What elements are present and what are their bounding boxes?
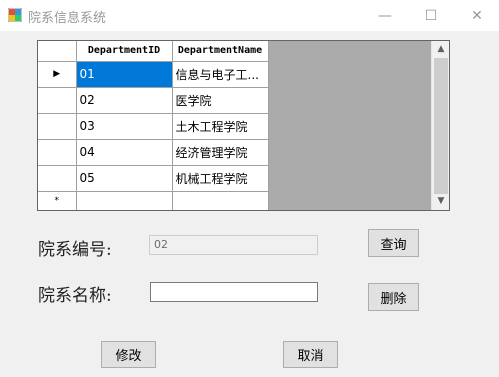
department-grid[interactable]: DepartmentID DepartmentName ▶ 01 信息与电子工.… <box>37 40 450 211</box>
cell-department-id[interactable]: 04 <box>76 139 173 166</box>
cell-department-id[interactable]: 02 <box>76 87 173 114</box>
row-header-corner[interactable] <box>38 41 77 62</box>
cell-department-id[interactable]: 01 <box>76 61 173 88</box>
cell-department-id[interactable]: 05 <box>76 165 173 192</box>
row-header[interactable]: ▶ <box>38 61 77 88</box>
column-header-department-id[interactable]: DepartmentID <box>76 41 173 62</box>
row-header[interactable] <box>38 87 77 114</box>
cell-department-name[interactable]: 医学院 <box>172 87 269 114</box>
modify-button[interactable]: 修改 <box>101 341 156 368</box>
new-row-icon: * <box>54 196 60 206</box>
cell-department-id[interactable] <box>76 191 173 210</box>
cancel-button[interactable]: 取消 <box>283 341 338 368</box>
row-header[interactable] <box>38 165 77 192</box>
table-row[interactable]: ▶ 01 信息与电子工... <box>38 61 269 88</box>
row-header[interactable]: * <box>38 191 77 210</box>
minimize-button[interactable]: — <box>362 0 408 31</box>
row-header[interactable] <box>38 139 77 166</box>
dept-id-label: 院系编号: <box>38 240 112 260</box>
maximize-button[interactable]: ☐ <box>408 0 454 31</box>
scroll-thumb[interactable] <box>434 58 448 194</box>
new-row[interactable]: * <box>38 191 269 210</box>
maximize-icon: ☐ <box>424 7 438 24</box>
query-button[interactable]: 查询 <box>368 229 419 257</box>
grid-header-row: DepartmentID DepartmentName <box>38 41 269 62</box>
table-row[interactable]: 05 机械工程学院 <box>38 165 269 192</box>
cell-department-id[interactable]: 03 <box>76 113 173 140</box>
table-row[interactable]: 04 经济管理学院 <box>38 139 269 166</box>
scroll-up-icon[interactable]: ▲ <box>432 41 449 58</box>
table-row[interactable]: 02 医学院 <box>38 87 269 114</box>
dept-name-label: 院系名称: <box>38 286 112 306</box>
grid-vertical-scrollbar[interactable]: ▲ ▼ <box>431 41 449 210</box>
cell-department-name[interactable]: 土木工程学院 <box>172 113 269 140</box>
table-row[interactable]: 03 土木工程学院 <box>38 113 269 140</box>
cell-department-name[interactable]: 机械工程学院 <box>172 165 269 192</box>
current-row-icon: ▶ <box>53 69 61 79</box>
minimize-icon: — <box>378 7 392 24</box>
title-bar: 院系信息系统 — ☐ ✕ <box>0 0 499 31</box>
dept-id-field: 02 <box>149 235 318 255</box>
cell-department-name[interactable]: 信息与电子工... <box>172 61 269 88</box>
cell-department-name[interactable]: 经济管理学院 <box>172 139 269 166</box>
column-header-department-name[interactable]: DepartmentName <box>172 41 269 62</box>
close-button[interactable]: ✕ <box>454 0 499 31</box>
app-icon <box>8 8 22 22</box>
close-icon: ✕ <box>471 7 483 24</box>
dept-name-field[interactable] <box>150 282 318 302</box>
grid-table: DepartmentID DepartmentName ▶ 01 信息与电子工.… <box>38 41 269 210</box>
cell-department-name[interactable] <box>172 191 269 210</box>
window-title: 院系信息系统 <box>28 11 107 26</box>
row-header[interactable] <box>38 113 77 140</box>
scroll-down-icon[interactable]: ▼ <box>432 193 449 210</box>
delete-button[interactable]: 删除 <box>368 283 419 311</box>
